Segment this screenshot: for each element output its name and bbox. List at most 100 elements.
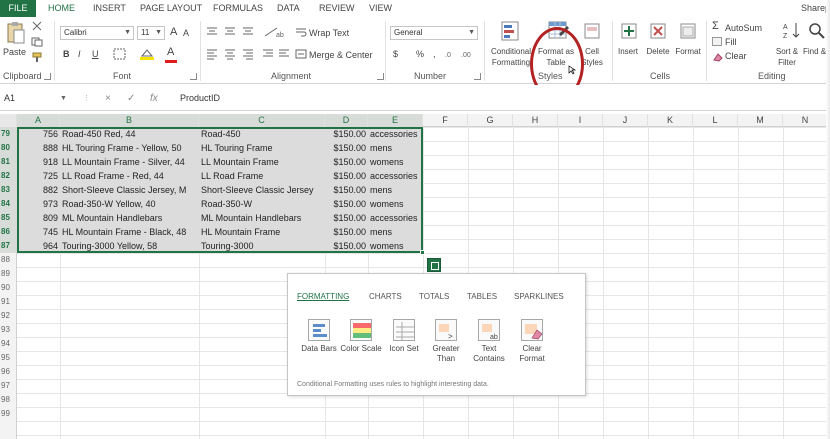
qa-icon-set[interactable]: Icon Set — [382, 319, 426, 354]
qa-tab-sparklines[interactable]: SPARKLINES — [514, 292, 564, 301]
row-header[interactable]: 95 — [0, 351, 17, 365]
cell-d[interactable]: $150.00 — [325, 155, 368, 169]
cancel-button[interactable]: × — [105, 91, 111, 106]
wrap-text-icon[interactable] — [295, 26, 307, 38]
qa-data-bars[interactable]: Data Bars — [297, 319, 341, 354]
font-name-combo[interactable]: Calibri ▼ — [60, 26, 134, 40]
cell-styles-icon[interactable] — [583, 20, 603, 42]
row-header[interactable]: 99 — [0, 407, 17, 421]
tab-view[interactable]: VIEW — [369, 0, 392, 17]
column-header-k[interactable]: K — [648, 114, 693, 127]
copy-icon[interactable] — [31, 37, 43, 47]
cell-e[interactable]: accessories — [368, 211, 423, 225]
fill-button[interactable]: Fill — [725, 36, 737, 48]
cell-a[interactable]: 973 — [17, 197, 60, 211]
cell-e[interactable]: womens — [368, 197, 423, 211]
paste-button[interactable]: Paste — [3, 46, 26, 58]
tab-insert[interactable]: INSERT — [93, 0, 126, 17]
tab-data[interactable]: DATA — [277, 0, 300, 17]
cell-c[interactable]: LL Road Frame — [199, 169, 325, 183]
row-header[interactable]: 96 — [0, 365, 17, 379]
qa-color-scale[interactable]: Color Scale — [339, 319, 383, 354]
tab-formulas[interactable]: FORMULAS — [213, 0, 263, 17]
formula-input[interactable]: ProductID — [180, 91, 220, 106]
cell-c[interactable]: ML Mountain Handlebars — [199, 211, 325, 225]
qa-greater-than[interactable]: > Greater Than — [424, 319, 468, 364]
row-header[interactable]: 94 — [0, 337, 17, 351]
cell-c[interactable]: Road-350-W — [199, 197, 325, 211]
tab-page-layout[interactable]: PAGE LAYOUT — [140, 0, 202, 17]
cell-d[interactable]: $150.00 — [325, 225, 368, 239]
wrap-text-button[interactable]: Wrap Text — [309, 27, 349, 39]
quick-analysis-button[interactable] — [427, 258, 441, 272]
row-header[interactable]: 93 — [0, 323, 17, 337]
cell-c[interactable]: LL Mountain Frame — [199, 155, 325, 169]
column-header-i[interactable]: I — [558, 114, 603, 127]
cell-d[interactable]: $150.00 — [325, 197, 368, 211]
cell-c[interactable]: Touring-3000 — [199, 239, 325, 253]
merge-center-icon[interactable] — [295, 48, 307, 60]
insert-function-button[interactable]: fx — [150, 91, 158, 106]
qa-tab-tables[interactable]: TABLES — [467, 292, 497, 301]
paste-icon[interactable] — [6, 21, 26, 45]
drag-handle-icon[interactable]: ⋮ — [83, 91, 90, 106]
column-header-j[interactable]: J — [603, 114, 648, 127]
autosum-button[interactable]: AutoSum — [725, 22, 762, 34]
decimal-buttons-icon[interactable]: .0 .00 — [445, 48, 479, 60]
underline-button[interactable]: U — [92, 48, 99, 60]
qa-text-contains[interactable]: ab Text Contains — [467, 319, 511, 364]
clear-button[interactable]: Clear — [725, 50, 747, 62]
format-button[interactable]: Format — [673, 46, 703, 57]
italic-button[interactable]: I — [78, 48, 81, 60]
fill-color-icon[interactable] — [139, 48, 155, 60]
cell-a[interactable]: 882 — [17, 183, 60, 197]
qa-tab-formatting[interactable]: FORMATTING — [297, 292, 349, 301]
column-header-e[interactable]: E — [368, 114, 423, 127]
cell-b[interactable]: Road-450 Red, 44 — [60, 127, 199, 141]
row-header[interactable]: 80 — [0, 141, 17, 155]
cell-e[interactable]: accessories — [368, 127, 423, 141]
alignment-launcher-icon[interactable] — [377, 73, 384, 80]
cell-b[interactable]: ML Mountain Handlebars — [60, 211, 199, 225]
cell-b[interactable]: HL Touring Frame - Yellow, 50 — [60, 141, 199, 155]
cell-a[interactable]: 809 — [17, 211, 60, 225]
find-select-button[interactable]: Find & Select — [803, 46, 827, 57]
cell-c[interactable]: HL Mountain Frame — [199, 225, 325, 239]
column-header-g[interactable]: G — [468, 114, 513, 127]
format-cells-icon[interactable] — [679, 20, 699, 42]
cell-e[interactable]: mens — [368, 141, 423, 155]
cell-c[interactable]: Road-450 — [199, 127, 325, 141]
find-select-icon[interactable] — [807, 20, 827, 42]
shrink-font-button[interactable]: A — [183, 27, 189, 39]
percent-button[interactable]: % — [416, 48, 424, 60]
cell-d[interactable]: $150.00 — [325, 141, 368, 155]
conditional-formatting-button[interactable]: Conditional Formatting — [488, 46, 534, 68]
cell-e[interactable]: accessories — [368, 169, 423, 183]
row-header[interactable]: 81 — [0, 155, 17, 169]
enter-button[interactable]: ✓ — [127, 91, 135, 106]
cell-d[interactable]: $150.00 — [325, 169, 368, 183]
tab-file[interactable]: FILE — [0, 0, 36, 17]
row-header[interactable]: 98 — [0, 393, 17, 407]
column-header-h[interactable]: H — [513, 114, 558, 127]
bold-button[interactable]: B — [63, 48, 70, 60]
row-header[interactable]: 91 — [0, 295, 17, 309]
format-painter-icon[interactable] — [31, 52, 43, 62]
column-header-c[interactable]: C — [199, 114, 325, 127]
cell-e[interactable]: womens — [368, 155, 423, 169]
cell-e[interactable]: womens — [368, 239, 423, 253]
cell-e[interactable]: mens — [368, 183, 423, 197]
cell-a[interactable]: 964 — [17, 239, 60, 253]
column-header-a[interactable]: A — [17, 114, 60, 127]
column-header-b[interactable]: B — [60, 114, 199, 127]
vertical-align-icons[interactable] — [205, 26, 267, 38]
font-launcher-icon[interactable] — [190, 73, 197, 80]
insert-button[interactable]: Insert — [614, 46, 642, 57]
fill-icon[interactable] — [712, 37, 722, 46]
cell-b[interactable]: LL Road Frame - Red, 44 — [60, 169, 199, 183]
row-header[interactable]: 79 — [0, 127, 17, 141]
cell-d[interactable]: $150.00 — [325, 211, 368, 225]
insert-cells-icon[interactable] — [620, 20, 640, 42]
cell-b[interactable]: HL Mountain Frame - Black, 48 — [60, 225, 199, 239]
column-header-n[interactable]: N — [783, 114, 828, 127]
